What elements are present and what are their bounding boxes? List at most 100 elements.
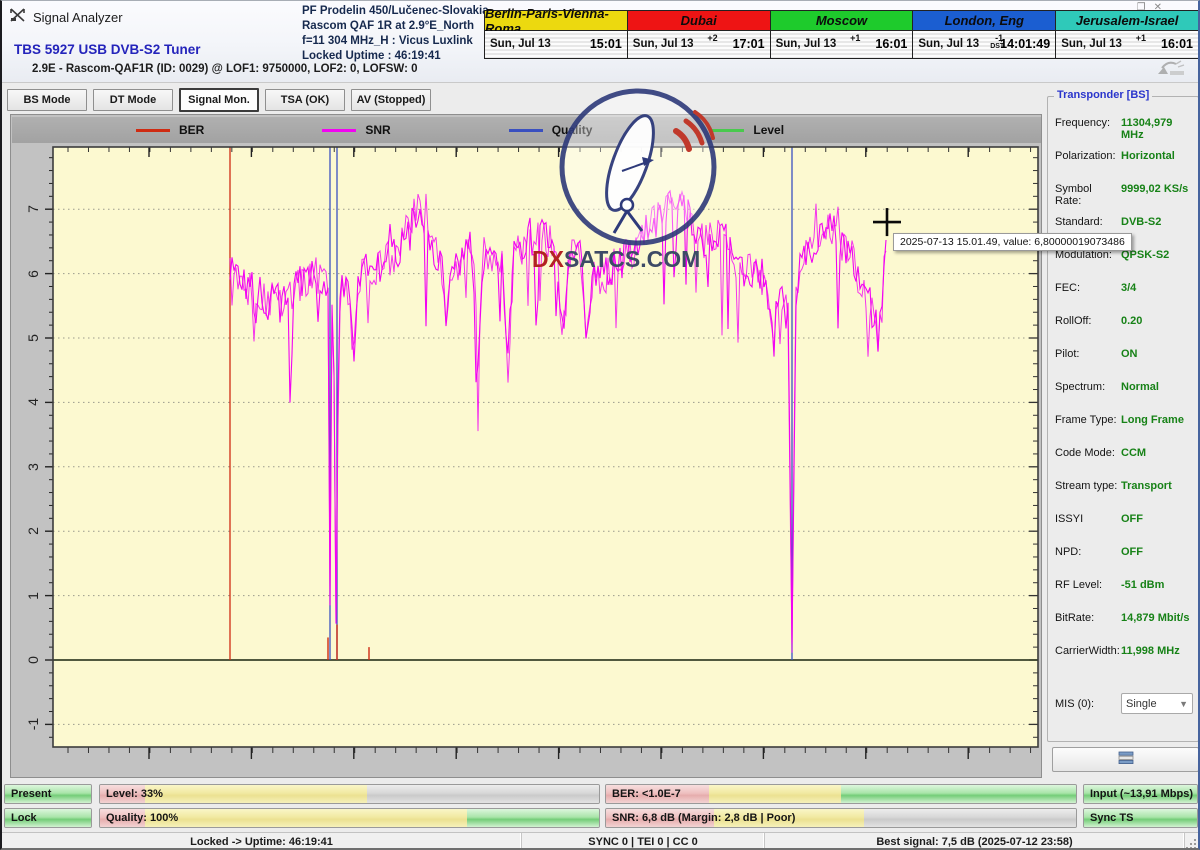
satellite-dish-icon [1154,58,1188,81]
chart-panel: BERSNRQualityLevel 76543210-1 [10,114,1042,778]
site-line: f=11 304 MHz_H : Vicus Luxlink [302,34,489,49]
transponder-row: Frame Type:Long Frame [1055,414,1193,426]
list-icon [1118,751,1134,769]
transponder-value: -51 dBm [1121,579,1164,591]
transponder-label: RollOff: [1055,315,1121,327]
transponder-value: OFF [1121,546,1143,558]
tab-bs-mode[interactable]: BS Mode [7,89,87,111]
legend-item-level: Level [710,123,784,137]
clock-date: Sun, Jul 13 [1061,38,1122,50]
tab-tsa-ok-[interactable]: TSA (OK) [265,89,345,111]
transponder-value: 9999,02 KS/s [1121,183,1188,207]
transponder-row: NPD:OFF [1055,546,1193,558]
mis-label: MIS (0): [1055,698,1121,710]
clock-body: Sun, Jul 13+116:01 [771,31,913,58]
transponder-label: Frame Type: [1055,414,1121,426]
legend-swatch [136,129,170,132]
mode-toolbar: BS Mode DT Mode Signal Mon. TSA (OK) AV (Sto… [7,89,431,112]
transponder-label: RF Level: [1055,579,1121,591]
transponder-label: Frequency: [1055,117,1121,141]
clock-city-label: London, Eng [913,11,1055,31]
app-window: Signal Analyzer ❐ ✕ PF Prodelin 450/Luče… [0,0,1200,850]
y-tick-label: -1 [23,714,43,734]
transponder-value: 11304,979 MHz [1121,117,1193,141]
window-title: Signal Analyzer [33,10,123,25]
chevron-down-icon: ▼ [1179,699,1188,709]
world-clocks: Berlin-Paris-Vienna-RomaSun, Jul 1315:01… [485,10,1199,59]
transponder-value: 3/4 [1121,282,1136,294]
chart-tooltip: 2025-07-13 15.01.49, value: 6,8000001907… [893,233,1132,251]
mis-select[interactable]: Single ▼ [1121,693,1193,714]
legend-label: Quality [552,123,593,137]
status-sync: SYNC 0 | TEI 0 | CC 0 [522,833,765,850]
y-tick-label: 1 [23,586,43,606]
app-icon [10,8,25,27]
transponder-row: BitRate:14,879 Mbit/s [1055,612,1193,624]
clock-date: Sun, Jul 13 [776,38,837,50]
clock-body: Sun, Jul 13 +1 16:01 [1056,31,1198,58]
clock-body: Sun, Jul 1315:01 [485,31,627,58]
tab-signal-mon-[interactable]: Signal Mon. [179,88,259,112]
transponder-label: CarrierWidth: [1055,645,1121,657]
transponder-label: Code Mode: [1055,447,1121,459]
transponder-label: NPD: [1055,546,1121,558]
resize-grip[interactable] [1186,833,1198,850]
transponder-value: Transport [1121,480,1172,492]
transponder-label: Pilot: [1055,348,1121,360]
transponder-row: Pilot:ON [1055,348,1193,360]
signal-plot[interactable] [11,115,1041,777]
meter-sync-ts: Sync TS [1083,808,1198,828]
clock-utc-offset: +1 [1136,33,1146,43]
y-tick-label: 3 [23,457,43,477]
legend-label: Level [753,123,784,137]
transponder-value: DVB-S2 [1121,216,1161,228]
transponder-value: 0.20 [1121,315,1142,327]
y-tick-label: 2 [23,521,43,541]
clock-dubai: DubaiSun, Jul 13+217:01 [627,10,771,59]
meter-snr-6-8-db-margin-2-8-db-poor: SNR: 6,8 dB (Margin: 2,8 dB | Poor) [605,808,1077,828]
legend-label: SNR [365,123,390,137]
legend-swatch [322,129,356,132]
tuner-subtitle: 2.9E - Rascom-QAF1R (ID: 0029) @ LOF1: 9… [32,63,418,75]
legend-label: BER [179,123,204,137]
site-info: PF Prodelin 450/Lučenec-Slovakia Rascom … [302,4,489,64]
meter-present: Present [4,784,92,804]
transponder-value: ON [1121,348,1138,360]
titlebar: Signal Analyzer [10,7,123,27]
y-tick-label: 4 [23,392,43,412]
mis-value: Single [1126,698,1157,710]
transponder-groupbox: Transponder [BS] Frequency:11304,979 MHz… [1047,96,1199,742]
tab-av-stopped-[interactable]: AV (Stopped) [351,89,431,111]
transponder-row: RF Level:-51 dBm [1055,579,1193,591]
status-uptime: Locked -> Uptime: 46:19:41 [2,833,522,850]
transponder-label: Polarization: [1055,150,1121,162]
clock-date: Sun, Jul 13 [633,38,694,50]
stream-list-button[interactable] [1052,747,1199,772]
clock-jerusalem-israel: Jerusalem-IsraelSun, Jul 13+116:01 [1055,10,1199,59]
transponder-row: Spectrum:Normal [1055,381,1193,393]
tab-dt-mode[interactable]: DT Mode [93,89,173,111]
clock-body: Sun, Jul 13-1DST14:01:49 [913,31,1055,58]
clock-time: 17:01 [733,37,765,51]
transponder-row: Code Mode:CCM [1055,447,1193,459]
transponder-value: 14,879 Mbit/s [1121,612,1189,624]
tuner-title: TBS 5927 USB DVB-S2 Tuner [14,42,201,57]
meter-label: Input (~13,91 Mbps) [1090,785,1193,803]
transponder-row: Frequency:11304,979 MHz [1055,117,1193,141]
site-line: Rascom QAF 1R at 2.9°E_North [302,19,489,34]
site-line: PF Prodelin 450/Lučenec-Slovakia [302,4,489,19]
clock-london-eng: London, EngSun, Jul 13-1DST14:01:49 [912,10,1056,59]
clock-time: 16:01 [1161,37,1193,51]
meter-level-33: Level: 33% [99,784,600,804]
y-tick-label: 5 [23,328,43,348]
transponder-label: BitRate: [1055,612,1121,624]
y-tick-label: 7 [23,199,43,219]
legend-item-quality: Quality [509,123,593,137]
clock-utc-offset: +1 [850,33,860,43]
transponder-row: Symbol Rate:9999,02 KS/s [1055,183,1193,207]
clock-city-label: Berlin-Paris-Vienna-Roma [485,11,627,31]
clock-berlin-paris-vienna-roma: Berlin-Paris-Vienna-RomaSun, Jul 1315:01 [484,10,628,59]
transponder-value: Long Frame [1121,414,1184,426]
meter-label: Present [11,785,51,803]
transponder-label: Spectrum: [1055,381,1121,393]
